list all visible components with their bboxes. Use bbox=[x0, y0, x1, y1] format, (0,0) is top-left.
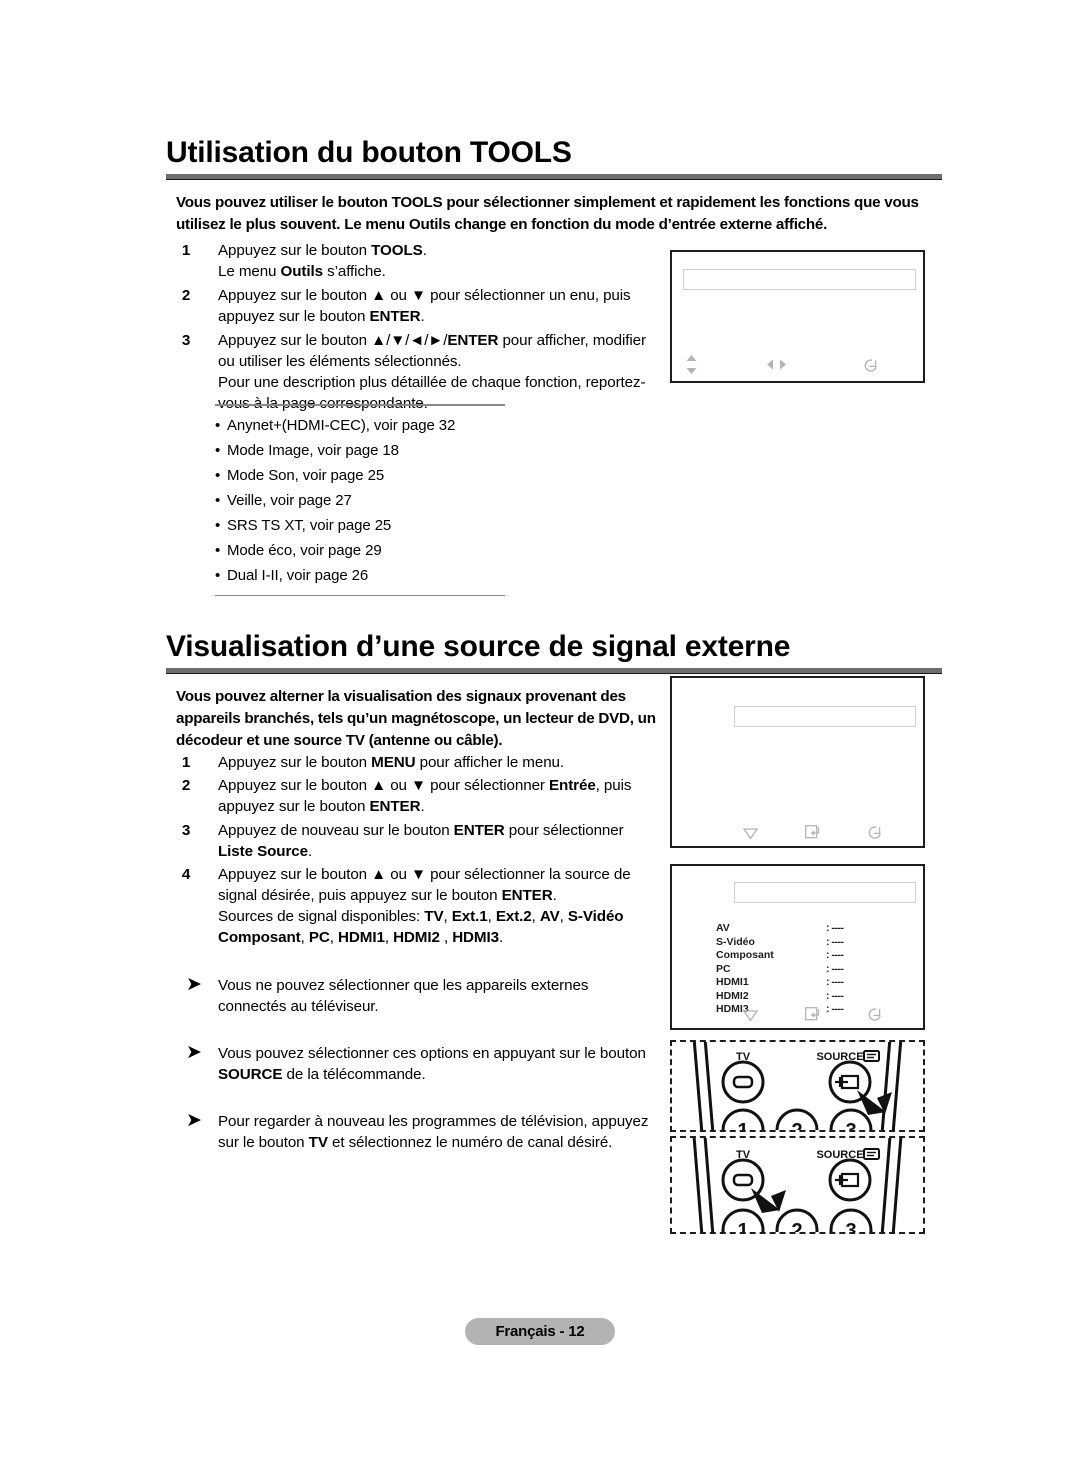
osd-footer bbox=[672, 820, 923, 842]
step-number: 4 bbox=[181, 866, 191, 883]
step-number: 2 bbox=[181, 287, 191, 304]
up-down-arrow-icon bbox=[678, 355, 704, 377]
section1-step-3: 3 Appuyez sur le bouton ▲/▼/◄/►/ENTER po… bbox=[176, 330, 656, 414]
svg-text:1: 1 bbox=[737, 1220, 748, 1232]
source-value: : ---- bbox=[826, 976, 844, 988]
table-row: Composant : ---- bbox=[716, 949, 844, 963]
section-heading-tools: Utilisation du bouton TOOLS bbox=[166, 136, 572, 169]
step-number: 2 bbox=[181, 777, 191, 794]
note-2: ➤ Vous pouvez sélectionner ces options e… bbox=[186, 1042, 656, 1085]
return-arrow-icon bbox=[862, 820, 888, 842]
section2-step-3: 3 Appuyez de nouveau sur le bouton ENTER… bbox=[176, 820, 661, 862]
source-value: : ---- bbox=[826, 989, 844, 1002]
step-number: 3 bbox=[181, 822, 191, 839]
step-text: Appuyez sur le bouton MENU pour afficher… bbox=[218, 754, 565, 771]
section1-intro: Vous pouvez utiliser le bouton TOOLS pou… bbox=[176, 194, 919, 233]
source-name: AV bbox=[716, 922, 730, 934]
remote-illustration-tv: TV SOURCE 1 2 3 bbox=[670, 1136, 925, 1234]
enter-key-icon bbox=[800, 1002, 826, 1024]
osd-title-bar bbox=[734, 706, 916, 727]
note-text: Vous pouvez sélectionner ces options en … bbox=[218, 1045, 646, 1083]
svg-text:SOURCE: SOURCE bbox=[816, 1051, 863, 1063]
svg-text:2: 2 bbox=[791, 1220, 802, 1232]
step-number: 3 bbox=[181, 332, 191, 349]
down-arrow-icon bbox=[737, 820, 763, 842]
section2-step-4: 4 Appuyez sur le bouton ▲ ou ▼ pour séle… bbox=[176, 864, 661, 948]
svg-text:3: 3 bbox=[845, 1120, 856, 1130]
step-text: Appuyez sur le bouton ▲/▼/◄/►/ENTER pour… bbox=[218, 332, 646, 412]
source-name: HDMI2 bbox=[716, 989, 749, 1002]
list-item: SRS TS XT, voir page 25 bbox=[215, 513, 505, 538]
osd-footer bbox=[672, 355, 923, 377]
step-text: Appuyez de nouveau sur le bouton ENTER p… bbox=[218, 822, 624, 860]
heading-rule bbox=[166, 668, 942, 674]
table-row: S-Vidéo : ---- bbox=[716, 935, 844, 950]
osd-source-list: AV : ---- S-Vidéo : ---- Composant : ---… bbox=[670, 864, 925, 1030]
return-arrow-icon bbox=[858, 355, 884, 377]
left-right-arrow-icon bbox=[763, 355, 789, 377]
section1-step-1: 1 Appuyez sur le bouton TOOLS. Le menu Ou… bbox=[176, 240, 656, 282]
source-value: : ---- bbox=[826, 935, 844, 948]
table-row: HDMI1 : ---- bbox=[716, 976, 844, 990]
step-number: 1 bbox=[181, 754, 191, 771]
section1-bullet-box: Anynet+(HDMI-CEC), voir page 32 Mode Ima… bbox=[215, 404, 505, 596]
note-text: Vous ne pouvez sélectionner que les appa… bbox=[218, 977, 589, 1015]
remote-illustration-source: TV SOURCE 1 2 3 bbox=[670, 1040, 925, 1132]
osd-title-bar bbox=[734, 882, 916, 903]
table-row: HDMI2 : ---- bbox=[716, 989, 844, 1004]
source-name: Composant bbox=[716, 949, 774, 961]
function-reference-list: Anynet+(HDMI-CEC), voir page 32 Mode Ima… bbox=[215, 406, 505, 595]
svg-text:SOURCE: SOURCE bbox=[816, 1149, 863, 1161]
list-item: Mode Image, voir page 18 bbox=[215, 438, 505, 463]
page-footer-badge: Français - 12 bbox=[465, 1318, 615, 1345]
section2-intro: Vous pouvez alterner la visualisation de… bbox=[176, 688, 656, 749]
table-row: AV : ---- bbox=[716, 922, 844, 936]
list-item: Dual I-II, voir page 26 bbox=[215, 563, 505, 588]
source-value: : ---- bbox=[826, 922, 844, 934]
step-text: Appuyez sur le bouton ▲ ou ▼ pour sélect… bbox=[218, 866, 631, 946]
note-text: Pour regarder à nouveau les programmes d… bbox=[218, 1113, 649, 1151]
list-item: Mode Son, voir page 25 bbox=[215, 463, 505, 488]
arrow-bullet-icon: ➤ bbox=[186, 1110, 202, 1131]
enter-key-icon bbox=[800, 820, 826, 842]
svg-text:2: 2 bbox=[791, 1120, 802, 1130]
source-name: PC bbox=[716, 962, 731, 975]
arrow-bullet-icon: ➤ bbox=[186, 1042, 202, 1063]
osd-input-menu bbox=[670, 676, 925, 848]
svg-text:1: 1 bbox=[737, 1120, 748, 1130]
return-arrow-icon bbox=[862, 1002, 888, 1024]
osd-tools-menu bbox=[670, 250, 925, 383]
step-text: Appuyez sur le bouton ▲ ou ▼ pour sélect… bbox=[218, 777, 632, 815]
section-heading-external-source: Visualisation d’une source de signal ext… bbox=[166, 630, 791, 663]
table-row: PC : ---- bbox=[716, 962, 844, 977]
heading-rule bbox=[166, 174, 942, 180]
arrow-bullet-icon: ➤ bbox=[186, 974, 202, 995]
list-item: Anynet+(HDMI-CEC), voir page 32 bbox=[215, 413, 505, 438]
svg-text:3: 3 bbox=[845, 1220, 856, 1232]
divider-bottom bbox=[215, 594, 505, 596]
source-value: : ---- bbox=[826, 962, 844, 975]
section2-step-1: 1 Appuyez sur le bouton MENU pour affich… bbox=[176, 752, 666, 773]
list-item: Mode éco, voir page 29 bbox=[215, 538, 505, 563]
step-text: Appuyez sur le bouton TOOLS. Le menu Outi… bbox=[218, 242, 427, 280]
source-name: S-Vidéo bbox=[716, 935, 755, 948]
section1-step-2: 2 Appuyez sur le bouton ▲ ou ▼ pour séle… bbox=[176, 285, 666, 327]
down-arrow-icon bbox=[737, 1002, 763, 1024]
manual-page: Utilisation du bouton TOOLS Vous pouvez … bbox=[0, 0, 1080, 1464]
step-text: Appuyez sur le bouton ▲ ou ▼ pour sélect… bbox=[218, 287, 631, 325]
source-name: HDMI1 bbox=[716, 976, 749, 988]
section2-step-2: 2 Appuyez sur le bouton ▲ ou ▼ pour séle… bbox=[176, 775, 666, 817]
step-number: 1 bbox=[181, 242, 191, 259]
note-1: ➤ Vous ne pouvez sélectionner que les ap… bbox=[186, 974, 656, 1017]
note-3: ➤ Pour regarder à nouveau les programmes… bbox=[186, 1110, 656, 1153]
source-value: : ---- bbox=[826, 949, 844, 961]
list-item: Veille, voir page 27 bbox=[215, 488, 505, 513]
osd-footer bbox=[672, 1002, 923, 1024]
osd-title-bar bbox=[683, 269, 916, 290]
